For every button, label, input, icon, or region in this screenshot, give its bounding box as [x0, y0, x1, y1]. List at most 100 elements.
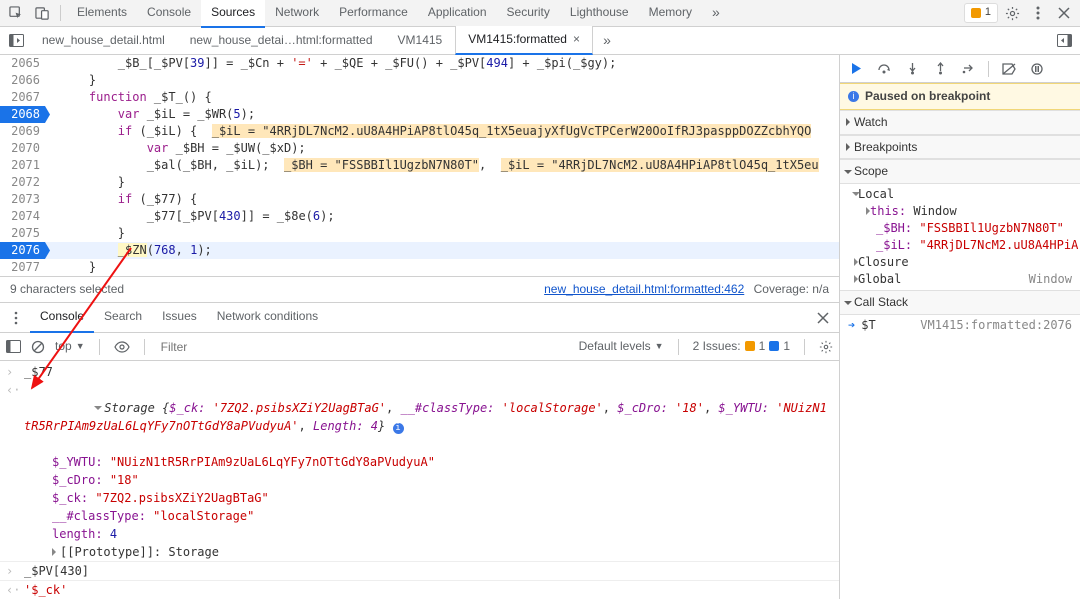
code-line[interactable]: 2067 function _$T_() { — [0, 89, 839, 106]
code-line[interactable]: 2074 _$77[_$PV[430]] = _$8e(6); — [0, 208, 839, 225]
main-tab-network[interactable]: Network — [265, 0, 329, 28]
code-line[interactable]: 2065 _$B_[_$PV[39]] = _$Cn + '=' + _$QE … — [0, 55, 839, 72]
step-into-icon[interactable] — [900, 57, 924, 81]
more-tabs-icon[interactable]: » — [704, 1, 728, 25]
warnings-badge[interactable]: 1 — [964, 3, 998, 22]
line-number-gutter[interactable]: 2067 — [0, 89, 50, 106]
console-settings-gear-icon[interactable] — [819, 340, 833, 354]
line-number-gutter[interactable]: 2066 — [0, 72, 50, 89]
line-number-gutter[interactable]: 2072 — [0, 174, 50, 191]
kebab-menu-icon[interactable] — [1026, 1, 1050, 25]
object-prototype[interactable]: [[Prototype]]: Storage — [24, 543, 833, 561]
main-tab-performance[interactable]: Performance — [329, 0, 418, 28]
code-line[interactable]: 2075 } — [0, 225, 839, 242]
warnings-count: 1 — [985, 5, 991, 20]
source-tab[interactable]: VM1415 — [386, 26, 456, 55]
live-expression-eye-icon[interactable] — [114, 341, 130, 353]
resume-icon[interactable] — [844, 57, 868, 81]
source-tab[interactable]: new_house_detail.html — [30, 26, 178, 55]
step-icon[interactable] — [956, 57, 980, 81]
scope-global-header[interactable]: GlobalWindow — [854, 271, 1080, 288]
drawer-tab-issues[interactable]: Issues — [152, 302, 207, 333]
scope-variable: _$iL: "4RRjDL7NcM2.uU8A4HPiA — [866, 237, 1080, 254]
code-line[interactable]: 2070 var _$BH = _$UW(_$xD); — [0, 140, 839, 157]
main-tab-application[interactable]: Application — [418, 0, 497, 28]
line-number-gutter[interactable]: 2071 — [0, 157, 50, 174]
object-property: $_YWTU: "NUizN1tR5RrPIAm9zUaL6LqYFy7nOTt… — [24, 453, 833, 471]
code-line[interactable]: 2071 _$al(_$BH, _$iL); _$BH = "FSSBBIl1U… — [0, 157, 839, 174]
code-line[interactable]: 2077 } — [0, 259, 839, 276]
scope-section-header[interactable]: Scope — [840, 159, 1080, 184]
console-output[interactable]: ›_$77 ‹· Storage {$_ck: '7ZQ2.psibsXZiY2… — [0, 361, 839, 599]
main-tab-security[interactable]: Security — [497, 0, 560, 28]
code-line[interactable]: 2078 function _$wb(_$Cn) { — [0, 276, 839, 277]
line-number-gutter[interactable]: 2068 — [0, 106, 50, 123]
console-sidebar-toggle-icon[interactable] — [6, 340, 21, 353]
line-number-gutter[interactable]: 2077 — [0, 259, 50, 276]
line-number-gutter[interactable]: 2070 — [0, 140, 50, 157]
scope-local-header[interactable]: Local — [854, 186, 1080, 203]
line-number-gutter[interactable]: 2074 — [0, 208, 50, 225]
source-file-tabs: new_house_detail.htmlnew_house_detai…htm… — [0, 27, 1080, 55]
console-output-chevron-icon: ‹· — [6, 581, 24, 599]
code-line[interactable]: 2076 _$ZN(768, 1); — [0, 242, 839, 259]
line-number-gutter[interactable]: 2073 — [0, 191, 50, 208]
source-tab[interactable]: new_house_detai…html:formatted — [178, 26, 386, 55]
code-editor[interactable]: 2065 _$B_[_$PV[39]] = _$Cn + '=' + _$QE … — [0, 55, 839, 277]
main-tab-elements[interactable]: Elements — [67, 0, 137, 28]
breakpoints-section-header[interactable]: Breakpoints — [840, 135, 1080, 160]
scope-closure-header[interactable]: Closure — [854, 254, 1080, 271]
line-number-gutter[interactable]: 2078 — [0, 276, 50, 277]
paused-banner: i Paused on breakpoint — [840, 83, 1080, 110]
log-levels-selector[interactable]: Default levels▼ — [579, 338, 664, 355]
line-number-gutter[interactable]: 2075 — [0, 225, 50, 242]
source-tab[interactable]: VM1415:formatted× — [455, 26, 593, 55]
object-property: length: 4 — [24, 525, 833, 543]
console-input-chevron-icon: › — [6, 363, 24, 381]
scope-variable[interactable]: this: Window — [866, 203, 1080, 220]
pause-on-exceptions-icon[interactable] — [1025, 57, 1049, 81]
selection-info: 9 characters selected — [10, 281, 124, 298]
settings-gear-icon[interactable] — [1000, 1, 1024, 25]
main-tab-sources[interactable]: Sources — [201, 0, 265, 28]
close-devtools-icon[interactable] — [1052, 1, 1076, 25]
drawer-tab-console[interactable]: Console — [30, 302, 94, 333]
line-number-gutter[interactable]: 2076 — [0, 242, 50, 259]
callstack-frame[interactable]: ➔ $T VM1415:formatted:2076 — [840, 315, 1080, 336]
editor-status-bar: 9 characters selected new_house_detail.h… — [0, 277, 839, 303]
code-line[interactable]: 2068 var _$iL = _$WR(5); — [0, 106, 839, 123]
issues-summary[interactable]: 2 Issues: 1 1 — [693, 338, 790, 355]
console-filter-input[interactable] — [159, 339, 569, 355]
drawer-tab-network-conditions[interactable]: Network conditions — [207, 302, 328, 333]
clear-console-icon[interactable] — [31, 340, 45, 354]
code-line[interactable]: 2072 } — [0, 174, 839, 191]
step-over-icon[interactable] — [872, 57, 896, 81]
main-tab-console[interactable]: Console — [137, 0, 201, 28]
navigator-toggle-icon[interactable] — [4, 29, 28, 53]
code-line[interactable]: 2069 if (_$iL) { _$iL = "4RRjDL7NcM2.uU8… — [0, 123, 839, 140]
console-input-chevron-icon: › — [6, 562, 24, 580]
line-number-gutter[interactable]: 2065 — [0, 55, 50, 72]
code-line[interactable]: 2066 } — [0, 72, 839, 89]
main-tab-lighthouse[interactable]: Lighthouse — [560, 0, 639, 28]
drawer-close-icon[interactable] — [811, 306, 835, 330]
console-input-echo: _$77 — [24, 363, 833, 381]
console-object-preview[interactable]: Storage {$_ck: '7ZQ2.psibsXZiY2UagBTaG',… — [24, 381, 833, 453]
close-tab-icon[interactable]: × — [573, 31, 580, 48]
callstack-section-header[interactable]: Call Stack — [840, 290, 1080, 315]
drawer-kebab-icon[interactable] — [4, 306, 28, 330]
step-out-icon[interactable] — [928, 57, 952, 81]
drawer-tab-search[interactable]: Search — [94, 302, 152, 333]
source-location-link[interactable]: new_house_detail.html:formatted:462 — [544, 282, 744, 296]
line-number-gutter[interactable]: 2069 — [0, 123, 50, 140]
info-icon[interactable]: i — [393, 423, 404, 434]
more-source-tabs-icon[interactable]: » — [595, 29, 619, 53]
main-tab-memory[interactable]: Memory — [639, 0, 702, 28]
inspect-element-icon[interactable] — [4, 1, 28, 25]
execution-context-selector[interactable]: top▼ — [55, 338, 85, 355]
deactivate-breakpoints-icon[interactable] — [997, 57, 1021, 81]
device-toolbar-icon[interactable] — [30, 1, 54, 25]
watch-section-header[interactable]: Watch — [840, 110, 1080, 135]
debugger-sidebar-toggle-icon[interactable] — [1052, 29, 1076, 53]
code-line[interactable]: 2073 if (_$77) { — [0, 191, 839, 208]
